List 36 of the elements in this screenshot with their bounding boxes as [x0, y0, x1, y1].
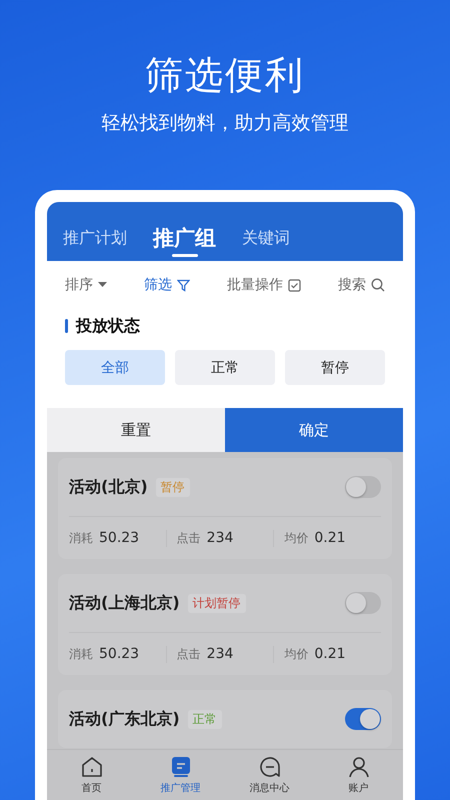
- tab[interactable]: 关键词: [242, 227, 290, 253]
- stat-value: 234: [206, 530, 234, 546]
- status-option[interactable]: 暂停: [285, 350, 385, 385]
- stat-value: 0.21: [314, 530, 346, 546]
- stat-value: 234: [206, 646, 234, 662]
- confirm-button[interactable]: 确定: [225, 408, 403, 452]
- stat-label: 消耗: [69, 530, 93, 546]
- status-tag: 计划暂停: [188, 594, 246, 612]
- stat-value: 0.21: [314, 646, 346, 662]
- nav-item[interactable]: 消息中心: [225, 750, 314, 800]
- reset-button[interactable]: 重置: [47, 408, 225, 452]
- campaign-name: 活动(上海北京): [69, 592, 180, 614]
- nav-item[interactable]: 推广管理: [136, 750, 225, 800]
- status-option[interactable]: 全部: [65, 350, 165, 385]
- status-tag: 暂停: [156, 478, 190, 496]
- stat-label: 点击: [176, 530, 201, 546]
- tab[interactable]: 推广计划: [63, 227, 127, 253]
- stat-label: 均价: [284, 530, 308, 546]
- campaign-name: 活动(广东北京): [69, 708, 180, 730]
- nav-item[interactable]: 首页: [47, 750, 136, 800]
- toolbar-button[interactable]: 排序: [65, 276, 107, 294]
- status-tag: 正常: [188, 710, 222, 728]
- stat-label: 消耗: [69, 646, 93, 662]
- stat-value: 50.23: [99, 646, 140, 662]
- toolbar-button[interactable]: 筛选: [144, 276, 190, 294]
- stat-label: 点击: [176, 646, 201, 662]
- nav-item[interactable]: 账户: [314, 750, 403, 800]
- section-title: 投放状态: [76, 316, 140, 336]
- headline: 筛选便利: [145, 52, 305, 98]
- campaign-name: 活动(北京): [69, 476, 148, 498]
- toolbar-button[interactable]: 搜索: [338, 276, 385, 294]
- subheadline: 轻松找到物料，助力高效管理: [102, 111, 348, 136]
- status-option[interactable]: 正常: [175, 350, 275, 385]
- stat-label: 均价: [284, 646, 308, 662]
- toolbar-button[interactable]: 批量操作: [227, 276, 301, 294]
- stat-value: 50.23: [99, 530, 140, 546]
